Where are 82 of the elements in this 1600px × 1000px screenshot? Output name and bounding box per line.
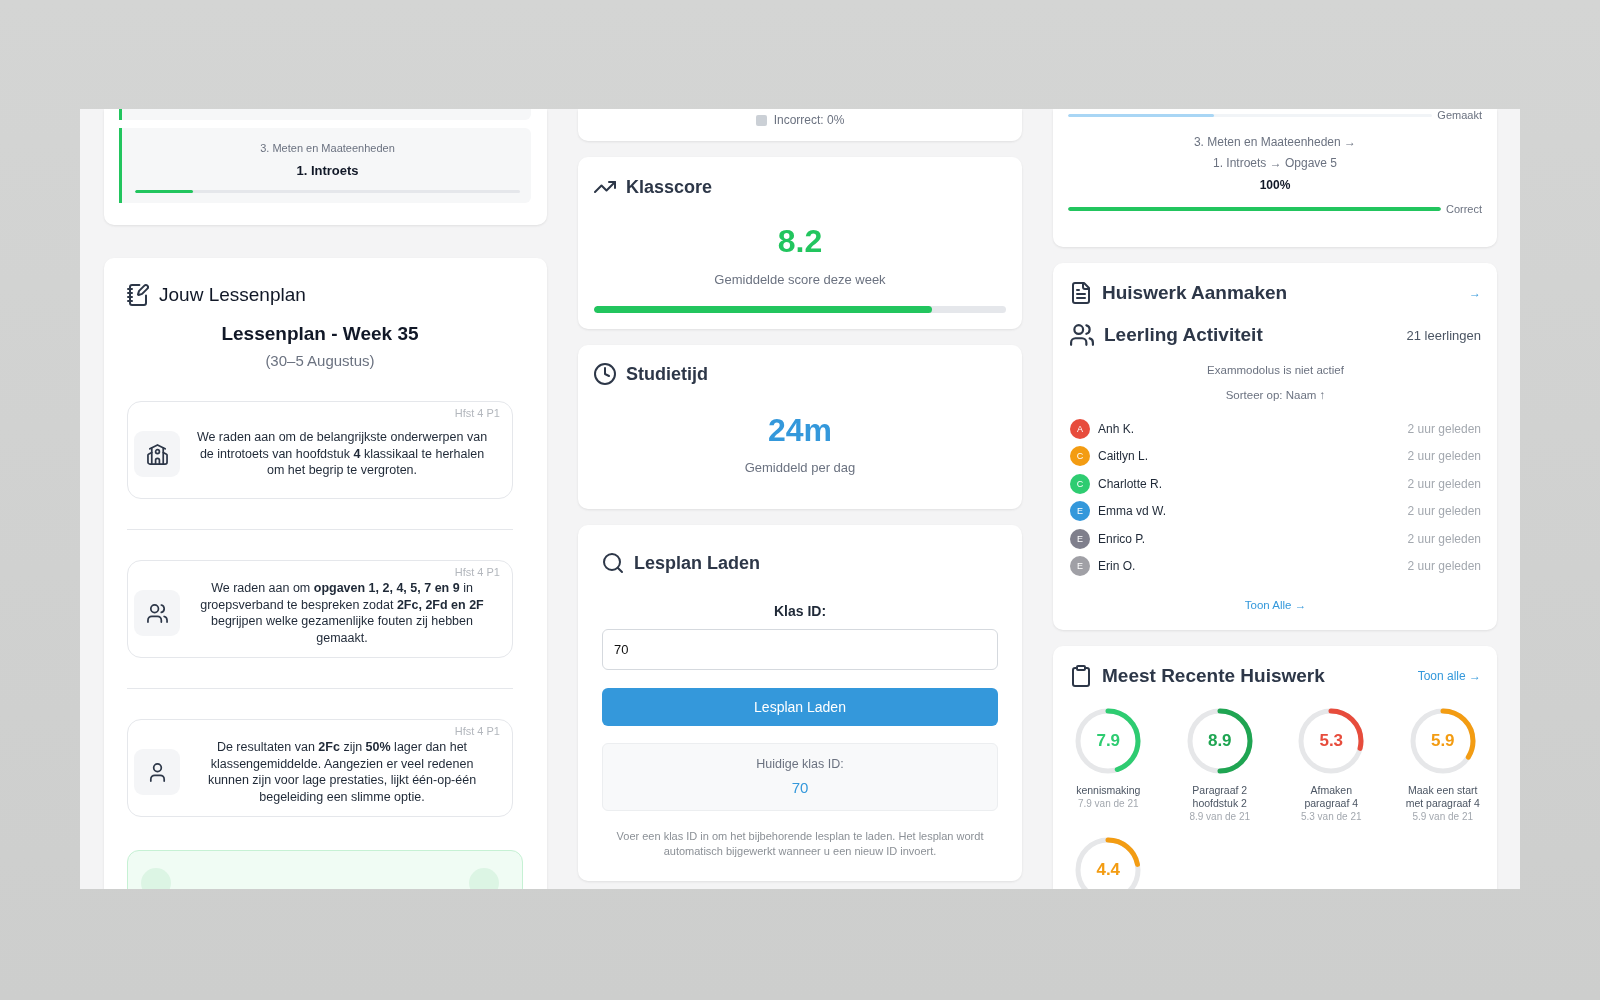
activity-time: 2 uur geleden [1407,504,1481,519]
recommendation-text: We raden aan om opgaven 1, 2, 4, 5, 7 en 9 in groepsverband te bespreken zodat 2Fc, 2Fd en 2F begrijpen welke gezamenlijke fouten zij hebben gemaakt. [199,580,485,646]
grade-value: 7.9 [1095,730,1122,751]
legend-swatch-icon [755,114,767,126]
card-title: Huiswerk Aanmaken [1102,282,1288,304]
student-name: Caitlyn L. [1098,449,1150,464]
score-value: 8.2 [776,222,824,260]
card-title: Leerling Activiteit [1104,324,1263,346]
card-title: Klasscore [626,176,713,198]
card-title: Studietijd [626,363,708,385]
grade-value: 4.4 [1095,859,1122,880]
card-title: Meest Recente Huiswerk [1102,664,1325,687]
field-label: Klas ID: [772,602,828,620]
exercise-path: 3. Meten en Maateenheden → [1193,134,1357,150]
student-name: Enrico P. [1098,531,1147,546]
chapter-tag: Hfst 4 P1 [454,566,500,578]
sort-toggle[interactable]: Sorteer op: Naam ↑ [1225,388,1326,402]
time-caption: Gemiddeld per dag [743,460,857,476]
lesson-title: 1. Introets [296,163,359,179]
class-id-input[interactable]: 70 [602,629,998,670]
recommendation-text: We raden aan om de belangrijkste onderwerpen van de introtoets van hoofdstuk 4 klassikaal te herhalen om het begrip te vergroten. [195,429,489,479]
grade-value: 5.9 [1429,730,1456,751]
card-title: Jouw Lessenplan [159,284,306,306]
current-class-value: 70 [791,778,809,798]
homework-detail: 5.9 van de 21 [1412,809,1474,823]
homework-title: Paragraaf 2 hoofdstuk 2 [1191,783,1249,810]
exercise-path: 1. Introets → Opgave 5 [1212,155,1338,171]
notebook-pen-icon [127,284,149,306]
chapter-tag: Hfst 4 P1 [454,407,500,419]
score-caption: Gemiddelde score deze week [713,272,887,288]
avatar: E [1070,501,1090,522]
activity-time: 2 uur geleden [1407,531,1481,546]
arrow-link[interactable]: → [1469,286,1481,300]
homework-title: Afmaken paragraaf 4 [1303,783,1360,810]
grade-value: 5.3 [1318,730,1345,751]
student-count: 21 leerlingen [1406,327,1481,343]
clock-icon [594,363,616,385]
recommendation-text: De resultaten van 2Fc zijn 50% lager dan het klassengemiddelde. Aangezien er veel redenen kunnen zijn voor lage prestaties, lijkt één-op-één begeleiding een slimme optie. [206,739,478,805]
activity-time: 2 uur geleden [1407,476,1481,491]
exam-mode-status: Exammodolus is niet actief [1206,363,1345,377]
users-icon [134,590,180,636]
time-value: 24m [766,411,833,449]
user-icon [134,749,180,795]
activity-time: 2 uur geleden [1407,422,1481,436]
document-icon [1070,282,1092,304]
show-all-link[interactable]: Toon alle → [1417,668,1481,683]
lesson-item[interactable] [119,109,531,120]
activity-time: 2 uur geleden [1407,558,1481,573]
homework-detail: 8.9 van de 21 [1189,809,1251,823]
student-name: Anh K. [1098,422,1136,436]
search-icon [602,552,624,574]
chapter-tag: Hfst 4 P1 [454,725,500,737]
plan-dates: (30–5 Augustus) [264,351,376,371]
homework-detail: 5.3 van de 21 [1300,809,1362,823]
school-icon [134,431,180,477]
avatar: E [1070,528,1090,549]
student-name: Charlotte R. [1098,476,1164,491]
users-icon [1070,323,1094,347]
homework-title: kennismaking [1075,783,1142,797]
score-percent: 100% [1259,177,1291,193]
current-class-label: Huidige klas ID: [756,756,844,772]
bar-label: Correct [1445,203,1482,215]
bar-label: Gemaakt [1437,109,1482,121]
legend-label: Incorrect: 0% [773,113,845,127]
chapter-label: 3. Meten en Maateenheden [260,141,395,155]
help-text: Voer een klas ID in om het bijbehorende lesplan te laden. Het lesplan wordt automatisch bijgewerkt wanneer u een nieuw ID invoert. [615,829,985,859]
grade-value: 8.9 [1206,730,1233,751]
avatar: C [1070,446,1090,467]
card-title: Lesplan Laden [634,552,761,574]
load-plan-button[interactable]: Lesplan Laden [602,688,998,726]
homework-detail: 7.9 van de 21 [1077,796,1139,810]
lesson-item[interactable]: 3. Meten en Maateenheden 1. Introets [119,128,531,203]
show-all-link[interactable]: Toon Alle → [1244,597,1307,612]
student-name: Emma vd W. [1098,504,1167,519]
avatar: E [1070,555,1090,576]
homework-title: Maak een start met paragraaf 4 [1404,783,1481,810]
avatar: A [1070,419,1090,439]
student-name: Erin O. [1098,558,1137,573]
avatar: C [1070,473,1090,494]
activity-time: 2 uur geleden [1407,449,1481,464]
plan-heading: Lessenplan - Week 35 [220,322,420,346]
clipboard-icon [1070,664,1092,687]
